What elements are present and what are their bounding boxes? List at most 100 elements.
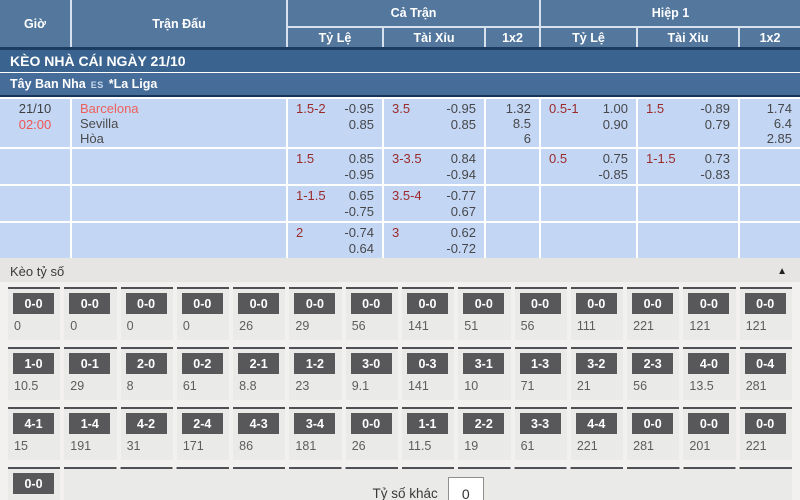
score-button[interactable]: 2-3 — [632, 353, 673, 374]
score-button[interactable]: 4-1 — [13, 413, 54, 434]
score-value: 171 — [182, 439, 224, 453]
handicap-odds-cell[interactable]: 0.50.75-0.85 — [541, 149, 636, 184]
score-value: 0 — [69, 319, 111, 333]
score-card: 2-18.8 — [233, 347, 285, 400]
score-button[interactable]: 0-0 — [745, 413, 786, 434]
score-value: 8 — [126, 379, 168, 393]
handicap-odds-cell[interactable]: 1-1.50.65-0.75 — [288, 186, 382, 221]
score-value: 56 — [632, 379, 674, 393]
handicap-odds-cell[interactable]: 1.5-2-0.950.85 — [288, 99, 382, 147]
home-team: Barcelona — [80, 101, 286, 116]
score-button[interactable]: 4-4 — [576, 413, 617, 434]
score-button[interactable]: 0-0 — [351, 413, 392, 434]
score-button[interactable]: 0-0 — [745, 293, 786, 314]
score-button[interactable]: 1-1 — [407, 413, 448, 434]
handicap-odds-cell[interactable]: 3.5-0.950.85 — [384, 99, 484, 147]
handicap-odds-cell[interactable]: 0.5-11.000.90 — [541, 99, 636, 147]
score-card: 0-0111 — [571, 287, 623, 340]
score-card: 0-029 — [289, 287, 341, 340]
time-cell — [0, 223, 70, 258]
score-button[interactable]: 2-4 — [182, 413, 223, 434]
handicap-line: 1.5-2 — [296, 101, 326, 146]
score-value: 31 — [126, 439, 168, 453]
handicap-odds-cell[interactable]: 2-0.740.64 — [288, 223, 382, 258]
odds-values: 0.85-0.95 — [344, 151, 374, 183]
score-button[interactable]: 1-4 — [69, 413, 110, 434]
score-grid: 0-000-000-000-000-0260-0290-0560-01410-0… — [0, 282, 800, 500]
score-button[interactable]: 0-0 — [520, 293, 561, 314]
score-value: 11.5 — [407, 439, 449, 453]
score-button[interactable]: 3-3 — [520, 413, 561, 434]
score-value: 51 — [463, 319, 505, 333]
score-card: 0-0281 — [627, 407, 679, 460]
score-button[interactable]: 0-0 — [294, 293, 335, 314]
score-button[interactable]: 0-3 — [407, 353, 448, 374]
handicap-odds-cell[interactable]: 30.62-0.72 — [384, 223, 484, 258]
score-value: 61 — [182, 379, 224, 393]
handicap-line: 3-3.5 — [392, 151, 422, 183]
score-button[interactable]: 0-0 — [182, 293, 223, 314]
score-button[interactable]: 3-2 — [576, 353, 617, 374]
score-button[interactable]: 0-0 — [69, 293, 110, 314]
score-button[interactable]: 0-0 — [688, 293, 729, 314]
score-value: 221 — [576, 439, 618, 453]
league-bar[interactable]: Tây Ban Nha ES *La Liga — [0, 72, 800, 95]
score-button[interactable]: 0-0 — [688, 413, 729, 434]
score-button[interactable]: 0-0 — [407, 293, 448, 314]
odds-values: 0.65-0.75 — [344, 188, 374, 220]
score-button[interactable]: 4-0 — [688, 353, 729, 374]
score-value: 29 — [294, 319, 336, 333]
1x2-odds-cell[interactable]: 1.746.42.85 — [740, 99, 800, 147]
score-card: 0-00 — [177, 287, 229, 340]
collapse-arrow-icon[interactable]: ▲ — [777, 266, 787, 277]
score-card: 0-056 — [515, 287, 567, 340]
handicap-odds-cell[interactable]: 3-3.50.84-0.94 — [384, 149, 484, 184]
handicap-odds-cell[interactable]: 1.50.85-0.95 — [288, 149, 382, 184]
col-header-h1-overunder: Tài Xỉu — [638, 28, 738, 47]
score-row: 0-000-000-000-000-0260-0290-0560-01410-0… — [8, 287, 792, 340]
handicap-odds-cell[interactable]: 3.5-4-0.770.67 — [384, 186, 484, 221]
score-button[interactable]: 0-1 — [69, 353, 110, 374]
score-button[interactable]: 0-0 — [13, 293, 54, 314]
score-button[interactable]: 4-3 — [238, 413, 279, 434]
col-header-ft-overunder: Tài Xỉu — [384, 28, 484, 47]
score-card: 0-3141 — [402, 347, 454, 400]
score-button[interactable]: 0-0 — [463, 293, 504, 314]
score-button[interactable]: 0-0 — [126, 293, 167, 314]
score-button[interactable]: 0-0 — [351, 293, 392, 314]
odds-values: 1.000.90 — [603, 101, 628, 146]
odds-values: 0.62-0.72 — [446, 225, 476, 257]
score-button[interactable]: 0-0 — [576, 293, 617, 314]
score-button[interactable]: 0-0 — [13, 473, 54, 494]
score-button[interactable]: 2-0 — [126, 353, 167, 374]
1x2-odds-cell[interactable]: 1.328.56 — [486, 99, 539, 147]
odds-values: -0.770.67 — [446, 188, 476, 220]
score-value: 181 — [294, 439, 336, 453]
score-button[interactable]: 3-1 — [463, 353, 504, 374]
score-button[interactable]: 1-3 — [520, 353, 561, 374]
score-card: 4-013.5 — [683, 347, 735, 400]
score-button[interactable]: 0-0 — [238, 293, 279, 314]
match-cell — [72, 186, 286, 221]
score-button[interactable]: 0-2 — [182, 353, 223, 374]
score-button[interactable]: 0-0 — [632, 293, 673, 314]
score-button[interactable]: 4-2 — [126, 413, 167, 434]
handicap-odds-cell[interactable]: 1-1.50.73-0.83 — [638, 149, 738, 184]
score-button[interactable]: 1-2 — [294, 353, 335, 374]
empty-odds-cell — [740, 223, 800, 258]
score-button[interactable]: 0-4 — [745, 353, 786, 374]
score-button[interactable]: 2-2 — [463, 413, 504, 434]
score-button[interactable]: 2-1 — [238, 353, 279, 374]
score-value: 111 — [576, 319, 618, 333]
score-value: 86 — [238, 439, 280, 453]
score-button[interactable]: 3-4 — [294, 413, 335, 434]
empty-odds-cell — [740, 149, 800, 184]
empty-odds-cell — [541, 186, 636, 221]
empty-odds-cell — [486, 149, 539, 184]
score-button[interactable]: 0-0 — [632, 413, 673, 434]
other-score-input[interactable] — [448, 477, 484, 500]
score-section-header[interactable]: Kèo tỷ số ▲ — [0, 260, 800, 282]
handicap-odds-cell[interactable]: 1.5-0.890.79 — [638, 99, 738, 147]
score-button[interactable]: 3-0 — [351, 353, 392, 374]
score-button[interactable]: 1-0 — [13, 353, 54, 374]
